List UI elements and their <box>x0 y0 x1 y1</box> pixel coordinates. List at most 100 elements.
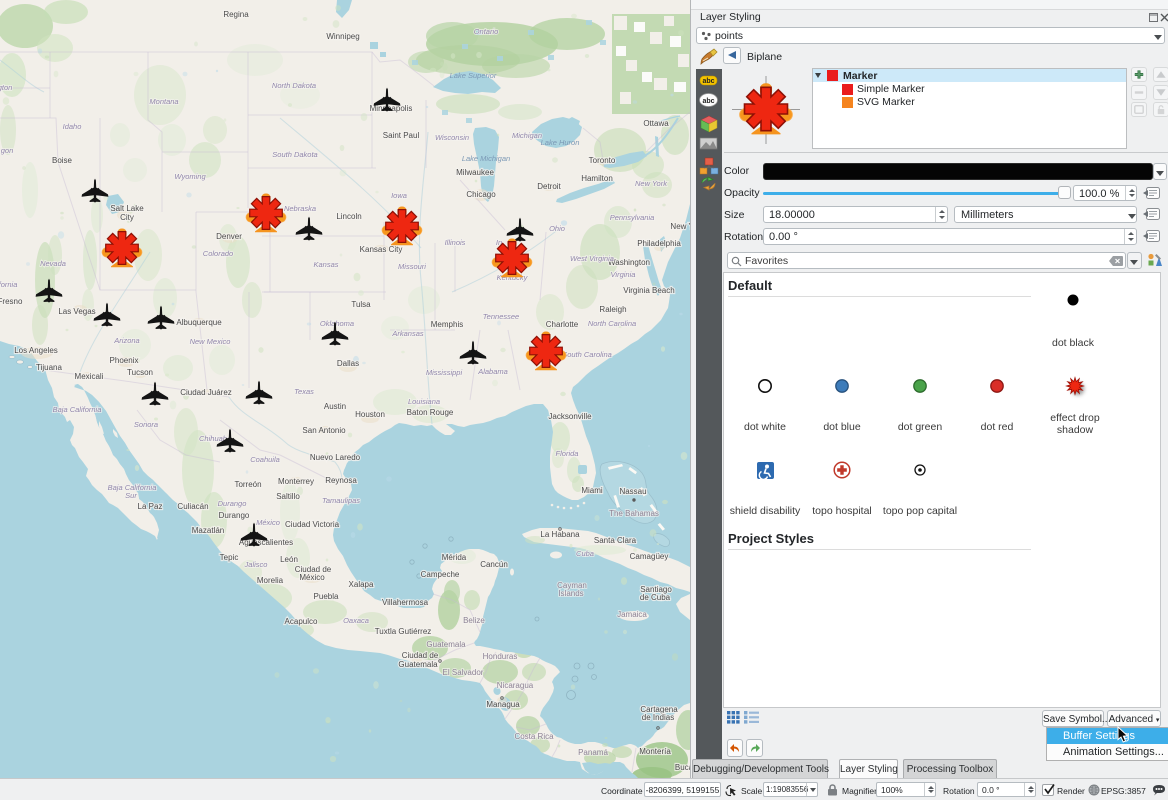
svg-text:gon: gon <box>1 146 14 155</box>
svg-text:Michigan: Michigan <box>512 131 542 140</box>
svg-text:Mazatlán: Mazatlán <box>192 526 224 535</box>
svg-text:Islands: Islands <box>558 589 583 598</box>
svg-text:México: México <box>256 518 280 527</box>
svg-text:Jacksonville: Jacksonville <box>548 412 592 421</box>
svg-text:Culiacán: Culiacán <box>177 502 208 511</box>
svg-text:Tennessee: Tennessee <box>483 312 519 321</box>
svg-text:Honduras: Honduras <box>483 652 518 661</box>
svg-text:Puebla: Puebla <box>314 592 339 601</box>
svg-text:Lake Michigan: Lake Michigan <box>462 154 510 163</box>
svg-text:Costa Rica: Costa Rica <box>514 732 554 741</box>
svg-text:Morelia: Morelia <box>257 576 284 585</box>
svg-text:de Cuba: de Cuba <box>640 593 671 602</box>
svg-text:abc: abc <box>702 98 714 105</box>
svg-text:Oklahoma: Oklahoma <box>320 319 354 328</box>
svg-text:Pennsylvania: Pennsylvania <box>610 213 655 222</box>
svg-text:Charlotte: Charlotte <box>546 320 579 329</box>
svg-text:Belize: Belize <box>463 616 485 625</box>
svg-text:Ottawa: Ottawa <box>643 119 669 128</box>
svg-text:Iowa: Iowa <box>391 191 407 200</box>
svg-text:Virginia Beach: Virginia Beach <box>623 286 674 295</box>
svg-text:San Antonio: San Antonio <box>302 426 346 435</box>
svg-text:Acapulco: Acapulco <box>285 617 318 626</box>
svg-text:abc: abc <box>702 78 714 85</box>
svg-text:Santa Clara: Santa Clara <box>594 536 637 545</box>
svg-text:Chicago: Chicago <box>466 190 496 199</box>
svg-text:El Salvador: El Salvador <box>443 668 484 677</box>
svg-text:Austin: Austin <box>324 402 346 411</box>
svg-text:Ciudad Juárez: Ciudad Juárez <box>180 388 232 397</box>
svg-text:La Paz: La Paz <box>138 502 163 511</box>
svg-text:Hamilton: Hamilton <box>581 174 613 183</box>
svg-text:Milwaukee: Milwaukee <box>456 168 494 177</box>
svg-text:The Bahamas: The Bahamas <box>609 509 659 518</box>
svg-text:Tulsa: Tulsa <box>351 300 371 309</box>
svg-text:Guatemala: Guatemala <box>398 660 438 669</box>
svg-text:Albuquerque: Albuquerque <box>176 318 222 327</box>
svg-text:Montería: Montería <box>639 747 671 756</box>
svg-text:Missouri: Missouri <box>398 262 426 271</box>
svg-text:Philadelphia: Philadelphia <box>637 239 681 248</box>
svg-text:Arkansas: Arkansas <box>391 329 424 338</box>
svg-text:Arizona: Arizona <box>113 336 139 345</box>
svg-text:Colorado: Colorado <box>203 249 233 258</box>
svg-text:Campeche: Campeche <box>421 570 460 579</box>
svg-text:Denver: Denver <box>216 232 242 241</box>
svg-text:Lake Superior: Lake Superior <box>450 71 497 80</box>
svg-text:Kansas: Kansas <box>313 260 338 269</box>
svg-text:Durango: Durango <box>218 499 247 508</box>
svg-text:Cuba: Cuba <box>576 549 594 558</box>
svg-text:Cancún: Cancún <box>480 560 508 569</box>
svg-text:New Mexico: New Mexico <box>190 337 231 346</box>
svg-text:Louisiana: Louisiana <box>408 397 440 406</box>
svg-text:Durango: Durango <box>219 511 250 520</box>
svg-text:Managua: Managua <box>486 700 520 709</box>
svg-text:Tijuana: Tijuana <box>36 363 62 372</box>
svg-text:Tamaulipas: Tamaulipas <box>322 496 360 505</box>
svg-text:Buca: Buca <box>675 763 690 772</box>
svg-text:Dallas: Dallas <box>337 359 359 368</box>
svg-text:Salt Lake: Salt Lake <box>110 204 144 213</box>
svg-text:Baja California: Baja California <box>53 405 102 414</box>
svg-text:Jamaica: Jamaica <box>617 610 647 619</box>
svg-text:Nevada: Nevada <box>40 259 66 268</box>
svg-text:Wyoming: Wyoming <box>174 172 206 181</box>
svg-text:Monterrey: Monterrey <box>278 477 314 486</box>
svg-text:Alabama: Alabama <box>477 367 508 376</box>
svg-text:fornia: fornia <box>0 280 17 289</box>
svg-text:Detroit: Detroit <box>537 182 561 191</box>
svg-text:Wisconsin: Wisconsin <box>435 133 469 142</box>
svg-text:de Indias: de Indias <box>642 713 674 722</box>
svg-text:Memphis: Memphis <box>431 320 463 329</box>
svg-text:Sur: Sur <box>125 491 137 500</box>
svg-text:Mississippi: Mississippi <box>426 368 463 377</box>
svg-text:Baton Rouge: Baton Rouge <box>407 408 454 417</box>
svg-text:Phoenix: Phoenix <box>110 356 139 365</box>
svg-text:Panamá: Panamá <box>578 748 608 757</box>
svg-text:Houston: Houston <box>355 410 385 419</box>
svg-text:Montana: Montana <box>149 97 178 106</box>
svg-text:Las Vegas: Las Vegas <box>58 307 95 316</box>
svg-text:Kansas City: Kansas City <box>360 245 403 254</box>
svg-text:Lincoln: Lincoln <box>336 212 361 221</box>
svg-text:Tepic: Tepic <box>220 553 239 562</box>
svg-text:Lake Huron: Lake Huron <box>541 138 580 147</box>
svg-text:Ciudad de: Ciudad de <box>402 651 439 660</box>
svg-text:Nuevo Laredo: Nuevo Laredo <box>310 453 361 462</box>
svg-text:New Yo: New Yo <box>670 222 690 231</box>
svg-text:León: León <box>280 555 298 564</box>
svg-text:Nebraska: Nebraska <box>284 204 316 213</box>
svg-text:Idaho: Idaho <box>63 122 82 131</box>
svg-text:Mexicali: Mexicali <box>75 372 104 381</box>
svg-text:North Dakota: North Dakota <box>272 81 316 90</box>
svg-text:Miami: Miami <box>581 486 603 495</box>
svg-text:Boise: Boise <box>52 156 73 165</box>
svg-text:Los Angeles: Los Angeles <box>14 346 58 355</box>
svg-text:Washington: Washington <box>608 258 650 267</box>
svg-text:Saltillo: Saltillo <box>276 492 300 501</box>
svg-text:Saint Paul: Saint Paul <box>383 131 420 140</box>
svg-text:Regina: Regina <box>223 10 249 19</box>
svg-text:Toronto: Toronto <box>589 156 616 165</box>
svg-text:Raleigh: Raleigh <box>599 305 626 314</box>
svg-text:Nicaragua: Nicaragua <box>497 681 534 690</box>
